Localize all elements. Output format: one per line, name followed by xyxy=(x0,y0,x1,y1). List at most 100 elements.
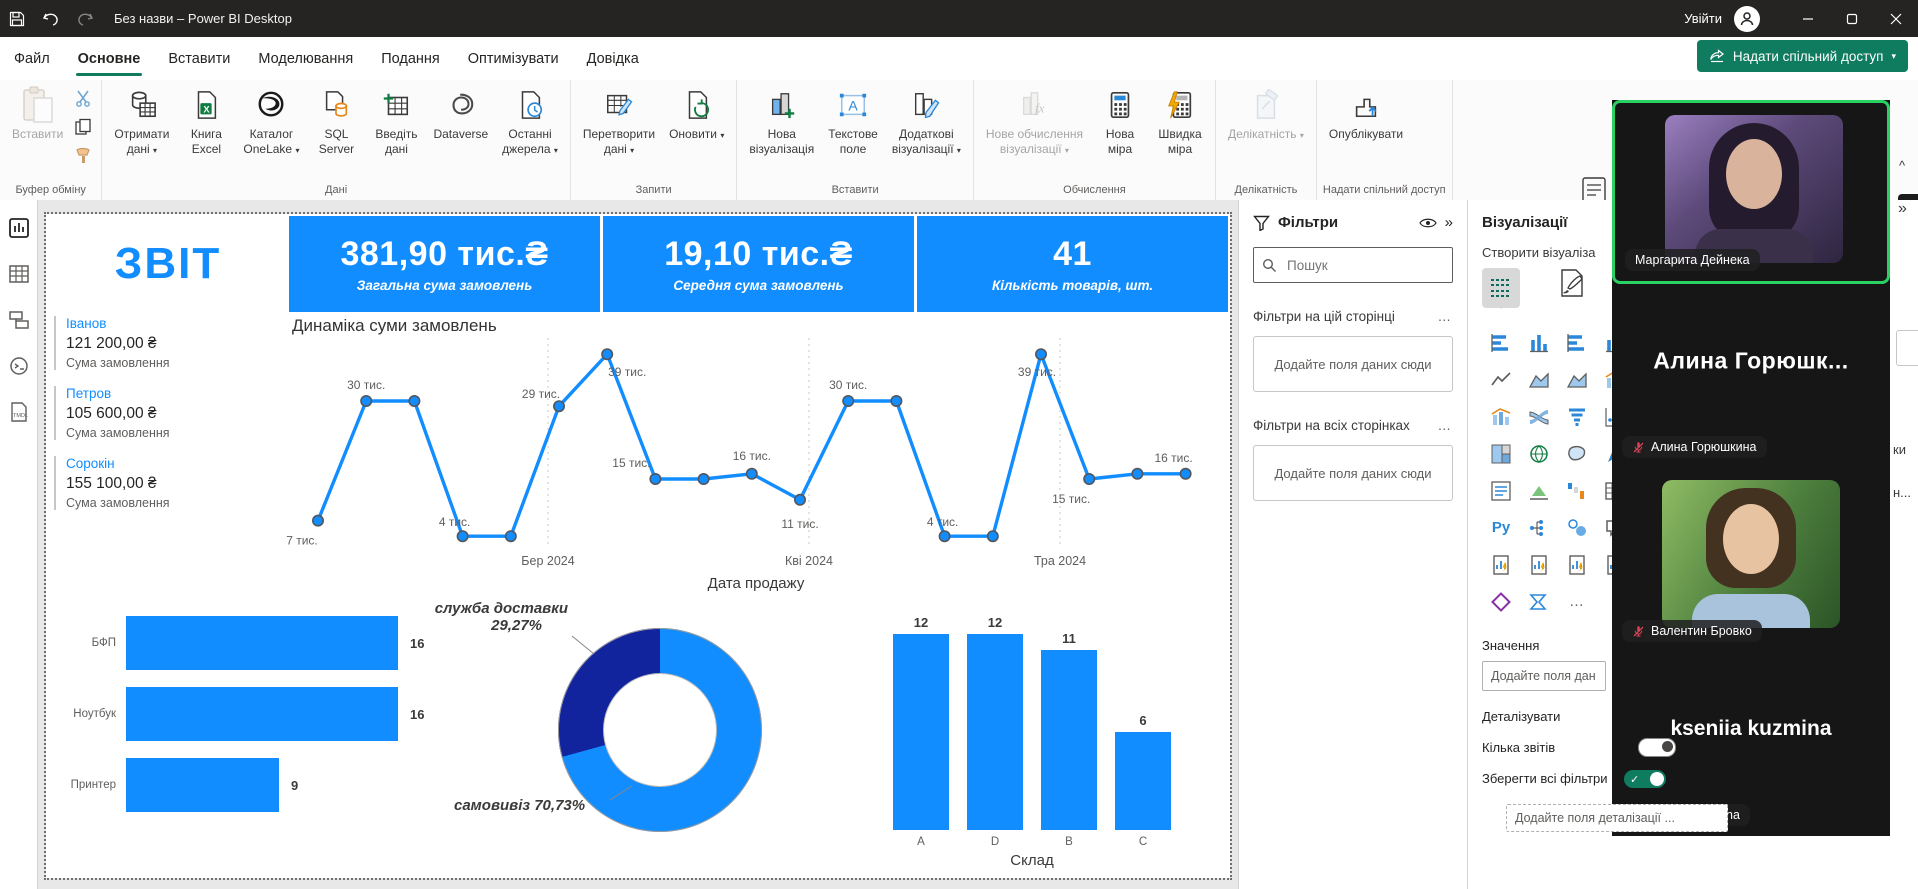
visual-calculation-button[interactable]: fxНове обчисленнявізуалізації ▾ xyxy=(980,84,1089,161)
format-visual-icon[interactable] xyxy=(1558,268,1586,298)
bar-row[interactable]: БФП16 xyxy=(52,616,452,670)
stacked-column-chart-icon[interactable] xyxy=(1520,324,1558,361)
kpi-icon[interactable] xyxy=(1520,472,1558,509)
format-painter-icon[interactable] xyxy=(71,144,95,168)
map-icon[interactable] xyxy=(1520,435,1558,472)
multi-row-card-icon[interactable] xyxy=(1482,268,1520,308)
clustered-bar-chart-icon[interactable] xyxy=(1558,324,1596,361)
search-input[interactable] xyxy=(1285,257,1429,274)
model-view-icon[interactable] xyxy=(7,308,31,332)
filters-search-box[interactable] xyxy=(1253,247,1453,283)
share-button[interactable]: Надати спільний доступ ▾ xyxy=(1697,40,1908,72)
stacked-area-chart-icon[interactable] xyxy=(1558,361,1596,398)
ribbon-chart-icon[interactable] xyxy=(1520,398,1558,435)
values-dropzone[interactable]: Додайте поля дан xyxy=(1482,661,1606,691)
kpi-total-orders[interactable]: 381,90 тис.₴ Загальна сума замовлень xyxy=(289,216,600,312)
waterfall-chart-icon[interactable] xyxy=(1558,472,1596,509)
bar-chart[interactable]: БФП16 Ноутбук16 Принтер9 xyxy=(52,616,452,829)
new-measure-button[interactable]: Новаміра xyxy=(1091,84,1149,161)
bar-row[interactable]: Ноутбук16 xyxy=(52,687,452,741)
slicer-icon[interactable] xyxy=(1482,472,1520,509)
sql-server-button[interactable]: SQLServer xyxy=(307,84,365,161)
get-data-button[interactable]: Отриматидані ▾ xyxy=(108,84,175,161)
more-visuals-ribbon-button[interactable]: Додатковівізуалізації ▾ xyxy=(886,84,967,161)
sign-in-button[interactable]: Увійти xyxy=(1684,11,1722,26)
line-clustered-column-chart-icon[interactable] xyxy=(1482,398,1520,435)
stacked-bar-chart-icon[interactable] xyxy=(1482,324,1520,361)
visual-calc-icon[interactable] xyxy=(1520,546,1558,583)
close-button[interactable] xyxy=(1874,0,1918,37)
filters-page-dropzone[interactable]: Додайте поля даних сюди xyxy=(1253,336,1453,392)
sensitivity-button[interactable]: Делікатність ▾ xyxy=(1222,84,1310,146)
tab-home[interactable]: Основне xyxy=(64,37,155,80)
column-chart[interactable]: 1212116 ADBC Склад xyxy=(872,600,1192,869)
redo-icon[interactable] xyxy=(68,0,102,37)
publish-button[interactable]: Опублікувати xyxy=(1323,84,1409,146)
column[interactable]: 11 xyxy=(1041,631,1097,830)
maximize-button[interactable] xyxy=(1830,0,1874,37)
new-visual-button[interactable]: Новавізуалізація xyxy=(743,84,820,161)
report-title-card[interactable]: ЗВІТ xyxy=(50,216,286,312)
power-apps-icon[interactable] xyxy=(1482,583,1520,620)
column[interactable]: 12 xyxy=(967,615,1023,830)
quick-measure-button[interactable]: Швидкаміра xyxy=(1151,84,1209,161)
paginated-report-icon[interactable] xyxy=(1482,546,1520,583)
onelake-button[interactable]: КаталогOneLake ▾ xyxy=(237,84,305,161)
pane-collapse-chevrons[interactable]: » xyxy=(1898,200,1907,218)
report-page[interactable]: ЗВІТ 381,90 тис.₴ Загальна сума замовлен… xyxy=(46,214,1230,878)
collapse-pane-icon[interactable]: » xyxy=(1445,214,1453,231)
pane-expand-caret[interactable]: ^ xyxy=(1899,158,1905,173)
filters-all-dropzone[interactable]: Додайте поля даних сюди xyxy=(1253,445,1453,501)
participant-tile[interactable]: Алина Горюшк... Алина Горюшкина xyxy=(1612,284,1890,468)
multi-row-card[interactable]: Іванов 121 200,00 ₴ Сума замовлення Петр… xyxy=(54,316,279,526)
drill-dropzone[interactable]: Додайте поля деталізації ... xyxy=(1506,804,1728,832)
dax-query-view-icon[interactable] xyxy=(7,354,31,378)
participant-tile[interactable]: Валентин Бровко xyxy=(1612,468,1890,652)
more-options-icon[interactable]: … xyxy=(1438,309,1454,324)
treemap-icon[interactable] xyxy=(1482,435,1520,472)
cut-icon[interactable] xyxy=(71,86,95,110)
account-avatar-icon[interactable] xyxy=(1734,6,1760,32)
tmdl-view-icon[interactable]: TMDL xyxy=(7,400,31,424)
key-influencers-icon[interactable] xyxy=(1558,509,1596,546)
clipboard-paste-button[interactable]: Вставити xyxy=(6,84,69,146)
tab-view[interactable]: Подання xyxy=(367,37,454,80)
tab-modeling[interactable]: Моделювання xyxy=(244,37,367,80)
table-view-icon[interactable] xyxy=(7,262,31,286)
kpi-items-count[interactable]: 41 Кількість товарів, шт. xyxy=(917,216,1228,312)
eye-icon[interactable] xyxy=(1419,217,1437,229)
report-view-icon[interactable] xyxy=(7,216,31,240)
tab-optimize[interactable]: Оптимізувати xyxy=(454,37,573,80)
undo-icon[interactable] xyxy=(34,0,68,37)
save-icon[interactable] xyxy=(0,0,34,37)
text-box-button[interactable]: AТекстовеполе xyxy=(822,84,884,161)
kpi-average-order[interactable]: 19,10 тис.₴ Середня сума замовлень xyxy=(603,216,914,312)
excel-button[interactable]: XКнигаExcel xyxy=(177,84,235,161)
power-automate-icon[interactable] xyxy=(1520,583,1558,620)
decomposition-tree-icon[interactable] xyxy=(1520,509,1558,546)
bar-row[interactable]: Принтер9 xyxy=(52,758,452,812)
column[interactable]: 12 xyxy=(893,615,949,830)
tab-file[interactable]: Файл xyxy=(0,37,64,80)
keep-filters-toggle[interactable]: ✓ xyxy=(1624,770,1666,788)
funnel-chart-icon[interactable] xyxy=(1558,398,1596,435)
tab-help[interactable]: Довідка xyxy=(573,37,653,80)
multi-reports-toggle[interactable] xyxy=(1638,738,1676,757)
line-chart[interactable]: Бер 2024Кві 2024Тра 20247 тис.30 тис.4 т… xyxy=(286,332,1230,600)
quick-measure-visual-icon[interactable] xyxy=(1558,546,1596,583)
column[interactable]: 6 xyxy=(1115,713,1171,830)
dataverse-button[interactable]: Dataverse xyxy=(427,84,494,146)
more-visuals-icon[interactable]: … xyxy=(1558,583,1596,620)
minimize-button[interactable] xyxy=(1786,0,1830,37)
more-options-icon[interactable]: … xyxy=(1438,418,1454,433)
recent-sources-button[interactable]: Останніджерела ▾ xyxy=(496,84,564,161)
participant-tile[interactable]: Маргарита Дейнека xyxy=(1612,100,1890,284)
line-chart-icon[interactable] xyxy=(1482,361,1520,398)
tab-insert[interactable]: Вставити xyxy=(154,37,244,80)
enter-data-button[interactable]: Введітьдані xyxy=(367,84,425,161)
filled-map-icon[interactable] xyxy=(1558,435,1596,472)
refresh-button[interactable]: Оновити ▾ xyxy=(663,84,730,146)
transform-data-button[interactable]: Перетворитидані ▾ xyxy=(577,84,661,161)
area-chart-icon[interactable] xyxy=(1520,361,1558,398)
python-visual-icon[interactable]: Py xyxy=(1482,509,1520,546)
